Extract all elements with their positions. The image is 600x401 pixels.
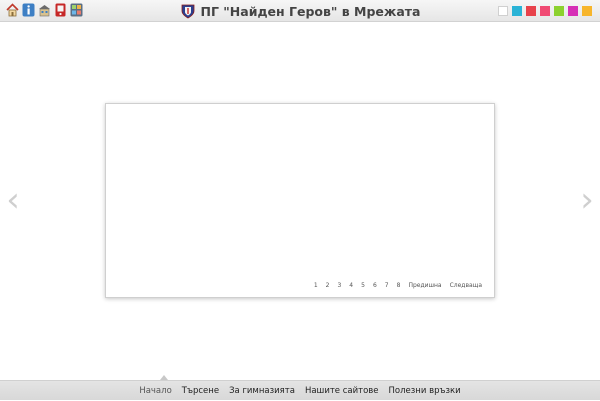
nav-item-our-sites[interactable]: Нашите сайтове	[300, 386, 384, 396]
top-toolbar: ПГ "Найден Геров" в Мрежата	[0, 0, 600, 22]
page-link-6[interactable]: 6	[369, 282, 381, 289]
nav-item-about[interactable]: За гимназията	[224, 386, 300, 396]
active-item-indicator	[160, 375, 168, 380]
page-link-1[interactable]: 1	[310, 282, 322, 289]
page-link-3[interactable]: 3	[333, 282, 345, 289]
site-title: ПГ "Найден Геров" в Мрежата	[200, 3, 421, 19]
color-theme-swatches	[498, 6, 592, 16]
swatch-cyan[interactable]	[512, 6, 522, 16]
next-page-link[interactable]: Следваща	[446, 282, 486, 289]
previous-arrow-button[interactable]: ‹	[2, 180, 24, 220]
page-link-7[interactable]: 7	[381, 282, 393, 289]
swatch-green[interactable]	[554, 6, 564, 16]
page-link-4[interactable]: 4	[345, 282, 357, 289]
next-arrow-button[interactable]: ›	[576, 180, 598, 220]
pagination: 1 2 3 4 5 6 7 8 Предишна Следваща	[310, 282, 486, 289]
page-link-8[interactable]: 8	[393, 282, 405, 289]
school-crest-icon	[180, 3, 196, 19]
page-link-2[interactable]: 2	[322, 282, 334, 289]
swatch-pink[interactable]	[540, 6, 550, 16]
nav-item-search[interactable]: Търсене	[177, 386, 224, 396]
swatch-white[interactable]	[498, 6, 508, 16]
page-link-5[interactable]: 5	[357, 282, 369, 289]
bottom-navigation-bar: Начало Търсене За гимназията Нашите сайт…	[0, 375, 600, 401]
nav-item-useful-links[interactable]: Полезни връзки	[384, 386, 466, 396]
bottom-nav-items: Начало Търсене За гимназията Нашите сайт…	[0, 381, 600, 401]
swatch-red[interactable]	[526, 6, 536, 16]
content-panel: 1 2 3 4 5 6 7 8 Предишна Следваща	[105, 103, 495, 298]
nav-item-home[interactable]: Начало	[134, 386, 176, 396]
swatch-magenta[interactable]	[568, 6, 578, 16]
swatch-yellow[interactable]	[582, 6, 592, 16]
previous-page-link[interactable]: Предишна	[404, 282, 445, 289]
